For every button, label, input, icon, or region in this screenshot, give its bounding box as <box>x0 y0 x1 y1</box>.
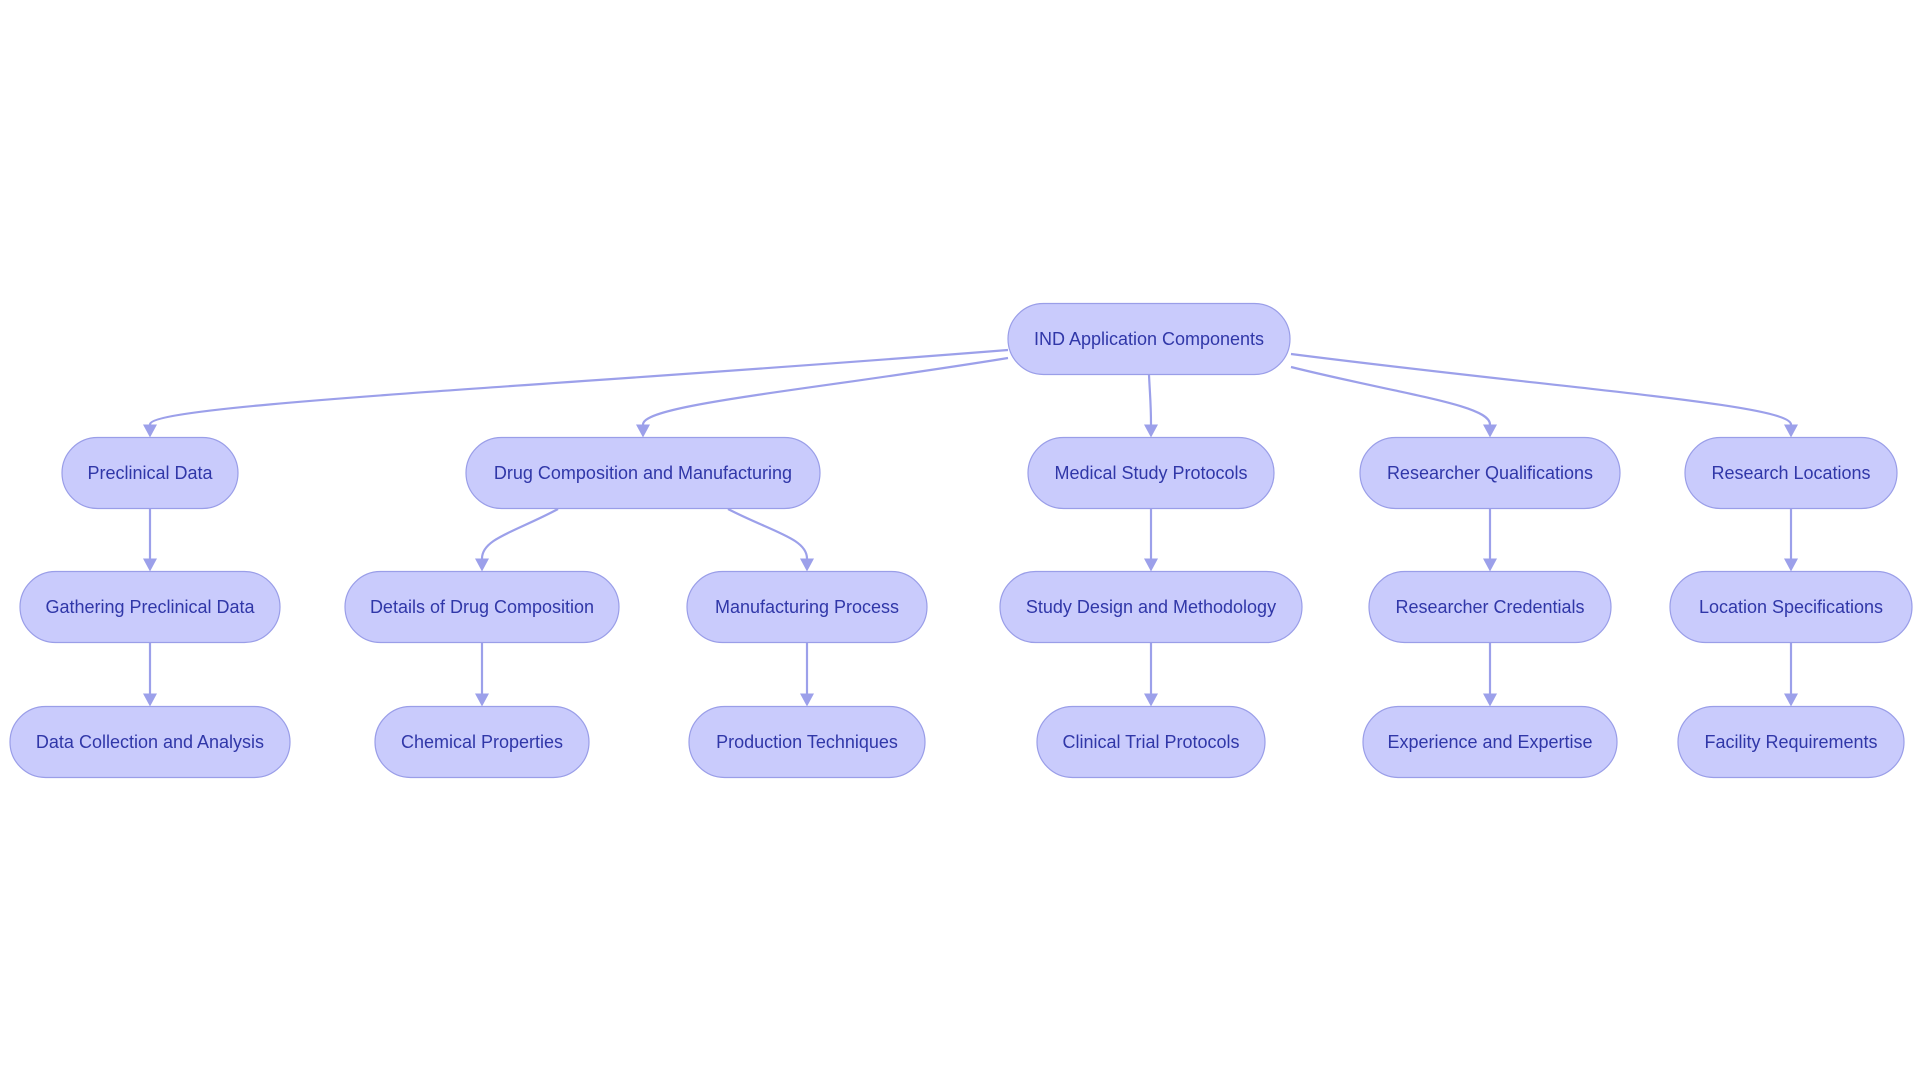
node-label: Production Techniques <box>716 732 898 752</box>
node-pre1[interactable]: Gathering Preclinical Data <box>19 570 281 644</box>
node-label: Manufacturing Process <box>715 597 899 617</box>
arrowhead-icon <box>1144 424 1158 438</box>
node-label: Preclinical Data <box>87 463 213 483</box>
flowchart-diagram: IND Application Components Preclinical Da… <box>9 302 1913 779</box>
arrowhead-icon <box>475 558 489 572</box>
arrowhead-icon <box>1784 424 1798 438</box>
edge-root-to-med <box>1147 374 1153 425</box>
arrowhead-icon <box>636 424 650 438</box>
arrowhead-icon <box>1784 558 1798 572</box>
node-root[interactable]: IND Application Components <box>1007 302 1291 376</box>
edges-layer <box>143 348 1798 707</box>
arrowhead-icon <box>800 693 814 707</box>
node-label: Chemical Properties <box>401 732 563 752</box>
arrowhead-icon <box>1483 693 1497 707</box>
node-res1[interactable]: Researcher Credentials <box>1368 570 1612 644</box>
edge-root-to-loc <box>1290 352 1793 425</box>
node-loc2[interactable]: Facility Requirements <box>1677 705 1905 779</box>
node-label: Clinical Trial Protocols <box>1062 732 1239 752</box>
edge-drug-to-drug2 <box>727 508 809 559</box>
arrowhead-icon <box>800 558 814 572</box>
node-pre[interactable]: Preclinical Data <box>61 436 239 510</box>
arrowhead-icon <box>1144 558 1158 572</box>
arrowhead-icon <box>1144 693 1158 707</box>
arrowhead-icon <box>143 424 157 438</box>
node-drug[interactable]: Drug Composition and Manufacturing <box>465 436 821 510</box>
node-label: Experience and Expertise <box>1387 732 1592 752</box>
arrowhead-icon <box>143 558 157 572</box>
edge-root-to-res <box>1290 365 1492 425</box>
node-res[interactable]: Researcher Qualifications <box>1359 436 1621 510</box>
arrowhead-icon <box>1483 424 1497 438</box>
node-drug1a[interactable]: Chemical Properties <box>374 705 590 779</box>
node-med1[interactable]: Study Design and Methodology <box>999 570 1303 644</box>
node-loc1[interactable]: Location Specifications <box>1669 570 1913 644</box>
node-loc[interactable]: Research Locations <box>1684 436 1898 510</box>
arrowhead-icon <box>1784 693 1798 707</box>
edge-root-to-pre <box>148 348 1009 426</box>
node-label: Location Specifications <box>1699 597 1883 617</box>
arrowhead-icon <box>1483 558 1497 572</box>
node-label: Details of Drug Composition <box>370 597 594 617</box>
node-label: IND Application Components <box>1034 329 1264 349</box>
nodes-layer: IND Application Components Preclinical Da… <box>9 302 1913 779</box>
node-pre2[interactable]: Data Collection and Analysis <box>9 705 291 779</box>
node-label: Medical Study Protocols <box>1054 463 1247 483</box>
node-drug2[interactable]: Manufacturing Process <box>686 570 928 644</box>
node-label: Study Design and Methodology <box>1026 597 1276 617</box>
node-res2[interactable]: Experience and Expertise <box>1362 705 1618 779</box>
node-label: Researcher Credentials <box>1395 597 1584 617</box>
arrowhead-icon <box>143 693 157 707</box>
node-label: Drug Composition and Manufacturing <box>494 463 792 483</box>
node-label: Facility Requirements <box>1704 732 1877 752</box>
edge-root-to-drug <box>641 356 1009 425</box>
node-med[interactable]: Medical Study Protocols <box>1027 436 1275 510</box>
node-label: Gathering Preclinical Data <box>45 597 255 617</box>
arrowhead-icon <box>475 693 489 707</box>
node-label: Research Locations <box>1711 463 1870 483</box>
node-label: Researcher Qualifications <box>1387 463 1593 483</box>
node-drug1[interactable]: Details of Drug Composition <box>344 570 620 644</box>
node-med2[interactable]: Clinical Trial Protocols <box>1036 705 1266 779</box>
edge-drug-to-drug1 <box>480 508 559 559</box>
node-label: Data Collection and Analysis <box>36 732 264 752</box>
node-drug2a[interactable]: Production Techniques <box>688 705 926 779</box>
